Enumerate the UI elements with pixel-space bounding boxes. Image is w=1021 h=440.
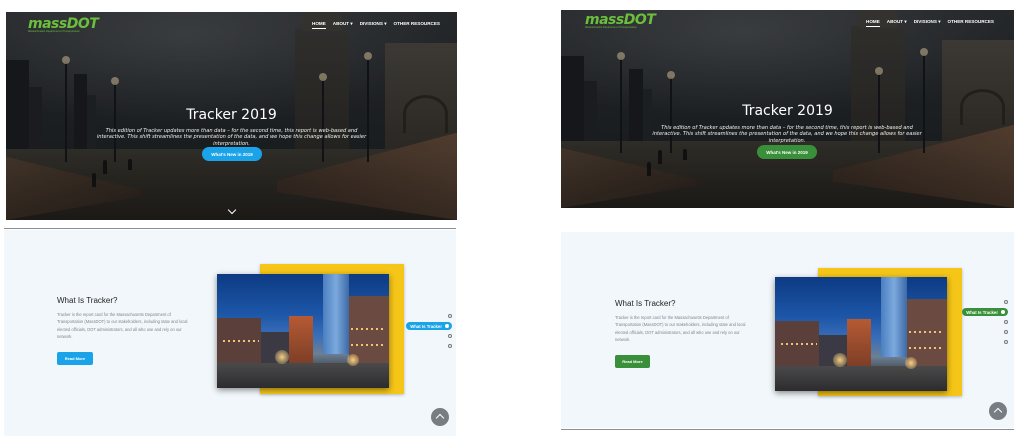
active-dot-icon bbox=[445, 324, 449, 328]
nav-other-resources[interactable]: OTHER RESOURCES bbox=[394, 21, 440, 29]
photo-building bbox=[775, 321, 819, 369]
hero-left: massDOT Massachusetts Department of Tran… bbox=[6, 12, 457, 220]
nav-other-resources[interactable]: OTHER RESOURCES bbox=[948, 19, 994, 27]
hero-title: Tracker 2019 bbox=[186, 107, 277, 123]
dot-nav-active-label: What Is Tracker bbox=[410, 323, 442, 329]
section-dot-nav: What Is Tracker bbox=[956, 300, 1008, 352]
what-is-section-right: What Is Tracker? Tracker is the report c… bbox=[561, 232, 1014, 428]
top-nav: HOME ABOUT ▾ DIVISIONS ▾ OTHER RESOURCES bbox=[866, 19, 994, 27]
nav-divisions[interactable]: DIVISIONS ▾ bbox=[360, 21, 387, 29]
photo-window-lights bbox=[909, 347, 943, 349]
photo-church bbox=[289, 316, 313, 366]
section-divider bbox=[561, 429, 1014, 430]
nav-home[interactable]: HOME bbox=[866, 19, 880, 27]
dot-nav-item[interactable] bbox=[448, 314, 452, 318]
photo-skyscraper bbox=[323, 274, 349, 354]
dot-nav-item[interactable] bbox=[1004, 300, 1008, 304]
what-is-section-left: What Is Tracker? Tracker is the report c… bbox=[4, 230, 456, 436]
read-more-button[interactable]: Read More bbox=[57, 352, 93, 365]
whats-new-button[interactable]: What's New in 2019 bbox=[202, 147, 262, 161]
hero-title: Tracker 2019 bbox=[742, 103, 833, 119]
logo-tagline: Massachusetts Department of Transportati… bbox=[585, 26, 637, 29]
nav-divisions[interactable]: DIVISIONS ▾ bbox=[914, 19, 941, 27]
active-dot-icon bbox=[1001, 310, 1005, 314]
back-to-top-icon[interactable] bbox=[989, 402, 1007, 420]
massdot-logo[interactable]: massDOT bbox=[28, 17, 99, 31]
section-divider bbox=[4, 228, 456, 229]
dot-nav-item[interactable] bbox=[1004, 320, 1008, 324]
dot-nav-active[interactable]: What Is Tracker bbox=[962, 308, 1008, 316]
section-text: Tracker is the report card for the Massa… bbox=[57, 312, 188, 340]
dot-nav-item[interactable] bbox=[448, 334, 452, 338]
read-more-button[interactable]: Read More bbox=[615, 355, 650, 368]
photo-street bbox=[217, 362, 389, 388]
back-to-top-icon[interactable] bbox=[431, 408, 449, 426]
boston-photo bbox=[775, 277, 947, 391]
photo-building bbox=[217, 318, 261, 366]
section-dot-nav: What Is Tracker bbox=[404, 314, 452, 354]
photo-streetlight bbox=[905, 357, 917, 369]
hero-description: This edition of Tracker updates more tha… bbox=[96, 128, 367, 147]
hero-description: This edition of Tracker updates more tha… bbox=[652, 125, 922, 144]
section-title: What Is Tracker? bbox=[57, 296, 118, 305]
dot-nav-active[interactable]: What Is Tracker bbox=[406, 322, 452, 330]
hero-right: massDOT Massachusetts Department of Tran… bbox=[561, 10, 1014, 208]
photo-window-lights bbox=[223, 340, 259, 342]
photo-street bbox=[775, 365, 947, 391]
nav-about[interactable]: ABOUT ▾ bbox=[887, 19, 907, 27]
dot-nav-item[interactable] bbox=[448, 344, 452, 348]
photo-window-lights bbox=[351, 344, 385, 346]
dot-nav-item[interactable] bbox=[1004, 330, 1008, 334]
photo-church bbox=[847, 319, 871, 369]
logo-tagline: Massachusetts Department of Transportati… bbox=[28, 30, 80, 33]
photo-window-lights bbox=[781, 343, 817, 345]
nav-home[interactable]: HOME bbox=[312, 21, 326, 29]
whats-new-button[interactable]: What's New in 2019 bbox=[757, 145, 817, 159]
top-nav: HOME ABOUT ▾ DIVISIONS ▾ OTHER RESOURCES bbox=[312, 21, 440, 29]
photo-streetlight bbox=[833, 353, 847, 367]
dot-nav-active-label: What Is Tracker bbox=[966, 309, 998, 315]
section-text: Tracker is the report card for the Massa… bbox=[615, 315, 746, 343]
photo-streetlight bbox=[347, 354, 359, 366]
dot-nav-item[interactable] bbox=[1004, 340, 1008, 344]
photo-skyscraper bbox=[881, 277, 907, 357]
photo-window-lights bbox=[909, 331, 943, 333]
photo-window-lights bbox=[351, 328, 385, 330]
photo-streetlight bbox=[275, 350, 289, 364]
boston-photo bbox=[217, 274, 389, 388]
massdot-logo[interactable]: massDOT bbox=[585, 13, 656, 27]
section-title: What Is Tracker? bbox=[615, 299, 676, 308]
nav-about[interactable]: ABOUT ▾ bbox=[333, 21, 353, 29]
